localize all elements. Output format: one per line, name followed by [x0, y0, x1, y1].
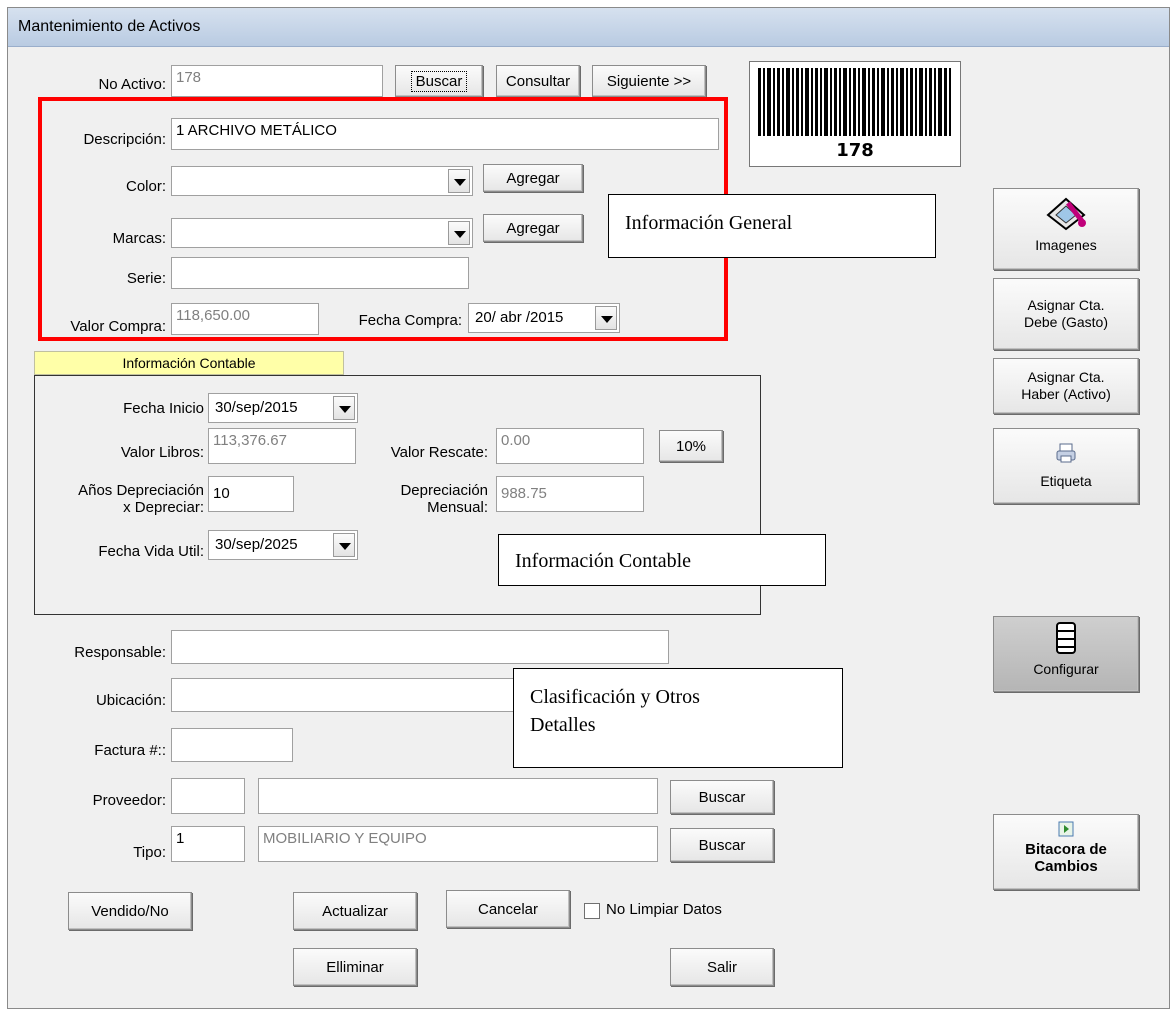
bitacora-icon — [1058, 821, 1074, 837]
proveedor-name-input[interactable] — [258, 778, 658, 814]
fecha-vida-util-label: Fecha Vida Util: — [98, 543, 204, 560]
depreciacion-mensual-label-line2: Mensual: — [427, 499, 488, 516]
proveedor-label: Proveedor: — [92, 792, 166, 809]
configurar-icon — [1056, 622, 1076, 654]
proveedor-code-input[interactable] — [171, 778, 245, 814]
anos-depreciacion-label-line2: x Depreciar: — [123, 499, 204, 516]
ubicacion-label: Ubicación: — [95, 692, 166, 709]
tipo-label: Tipo: — [133, 844, 166, 861]
asignar-debe-line2: Debe (Gasto) — [1023, 314, 1109, 330]
marcas-select[interactable] — [171, 218, 473, 248]
no-activo-input[interactable]: 178 — [171, 65, 383, 97]
no-limpiar-label: No Limpiar Datos — [606, 901, 722, 918]
depreciacion-mensual-input[interactable]: 988.75 — [496, 476, 644, 512]
agregar-marcas-button[interactable]: Agregar — [483, 214, 583, 242]
tab-informacion-contable[interactable]: Información Contable — [34, 351, 344, 375]
etiqueta-label: Etiqueta — [1040, 473, 1092, 489]
chevron-down-icon[interactable] — [595, 306, 617, 330]
siguiente-button[interactable]: Siguiente >> — [592, 65, 706, 97]
configurar-label: Configurar — [1033, 661, 1099, 677]
barcode-number: 178 — [836, 140, 874, 161]
factura-label: Factura #:: — [94, 742, 166, 759]
configurar-button[interactable]: Configurar — [993, 616, 1139, 692]
callout-informacion-general: Información General — [608, 194, 936, 258]
buscar-button[interactable]: Buscar — [395, 65, 483, 97]
asignar-haber-button[interactable]: Asignar Cta. Haber (Activo) — [993, 358, 1139, 414]
printer-icon — [1056, 443, 1076, 463]
tipo-code-input[interactable]: 1 — [171, 826, 245, 862]
vendido-button[interactable]: Vendido/No — [68, 892, 192, 930]
chevron-down-icon[interactable] — [448, 221, 470, 245]
imagenes-label: Imagenes — [1035, 237, 1097, 253]
anos-depreciacion-label: Años Depreciación x Depreciar: — [38, 482, 204, 516]
asignar-debe-line1: Asignar Cta. — [1027, 297, 1105, 313]
callout-clasificacion: Clasificación y Otros Detalles — [513, 668, 843, 768]
main-window: Mantenimiento de Activos No Activo: 178 … — [7, 7, 1170, 1009]
fecha-inicio-picker[interactable]: 30/sep/2015 — [208, 393, 358, 423]
valor-compra-input[interactable]: 118,650.00 — [171, 303, 319, 335]
asignar-debe-button[interactable]: Asignar Cta. Debe (Gasto) — [993, 278, 1139, 350]
images-icon — [1046, 197, 1086, 231]
proveedor-buscar-button[interactable]: Buscar — [670, 780, 774, 814]
anos-depreciacion-input[interactable]: 10 — [208, 476, 294, 512]
responsable-label: Responsable: — [74, 644, 166, 661]
barcode: 178 — [749, 61, 961, 167]
chevron-down-icon[interactable] — [333, 396, 355, 420]
tipo-name-input[interactable]: MOBILIARIO Y EQUIPO — [258, 826, 658, 862]
valor-compra-label: Valor Compra: — [70, 318, 166, 335]
fecha-compra-picker[interactable]: 20/ abr /2015 — [468, 303, 620, 333]
descripcion-label: Descripción: — [83, 131, 166, 148]
responsable-input[interactable] — [171, 630, 669, 664]
chevron-down-icon[interactable] — [448, 169, 470, 193]
actualizar-button[interactable]: Actualizar — [293, 892, 417, 930]
depreciacion-mensual-label: Depreciación Mensual: — [358, 482, 488, 516]
color-select[interactable] — [171, 166, 473, 196]
title-bar: Mantenimiento de Activos — [8, 8, 1169, 47]
serie-label: Serie: — [126, 270, 166, 287]
fecha-compra-value: 20/ abr /2015 — [475, 309, 564, 326]
factura-input[interactable] — [171, 728, 293, 762]
descripcion-input[interactable]: 1 ARCHIVO METÁLICO — [171, 118, 719, 150]
asignar-haber-line2: Haber (Activo) — [1021, 386, 1111, 402]
valor-rescate-input[interactable]: 0.00 — [496, 428, 644, 464]
serie-input[interactable] — [171, 257, 469, 289]
anos-depreciacion-label-line1: Años Depreciación — [78, 482, 204, 499]
bitacora-line1: Bitacora de — [1025, 841, 1107, 858]
asignar-haber-line1: Asignar Cta. — [1027, 369, 1105, 385]
callout-clasificacion-line2: Detalles — [530, 714, 596, 736]
cancelar-button[interactable]: Cancelar — [446, 890, 570, 928]
eliminar-button[interactable]: Elliminar — [293, 948, 417, 986]
chevron-down-icon[interactable] — [333, 533, 355, 557]
valor-libros-label: Valor Libros: — [120, 444, 204, 461]
porcentaje-button[interactable]: 10% — [659, 430, 723, 462]
no-activo-label: No Activo: — [98, 76, 166, 93]
no-limpiar-checkbox[interactable] — [584, 903, 600, 919]
fecha-vida-util-value: 30/sep/2025 — [215, 536, 298, 553]
callout-clasificacion-line1: Clasificación y Otros — [530, 686, 700, 708]
imagenes-button[interactable]: Imagenes — [993, 188, 1139, 270]
callout-informacion-contable: Información Contable — [498, 534, 826, 586]
color-label: Color: — [125, 178, 166, 195]
buscar-button-label: Buscar — [410, 70, 468, 92]
salir-button[interactable]: Salir — [670, 948, 774, 986]
agregar-color-button[interactable]: Agregar — [483, 164, 583, 192]
bitacora-line2: Cambios — [1034, 858, 1098, 875]
fecha-inicio-label: Fecha Inicio — [123, 400, 204, 417]
fecha-compra-label: Fecha Compra: — [358, 312, 462, 329]
consultar-button[interactable]: Consultar — [496, 65, 580, 97]
fecha-inicio-value: 30/sep/2015 — [215, 399, 298, 416]
bitacora-button[interactable]: Bitacora de Cambios — [993, 814, 1139, 890]
valor-rescate-label: Valor Rescate: — [390, 444, 488, 461]
etiqueta-button[interactable]: Etiqueta — [993, 428, 1139, 504]
tipo-buscar-button[interactable]: Buscar — [670, 828, 774, 862]
marcas-label: Marcas: — [112, 230, 166, 247]
valor-libros-input[interactable]: 113,376.67 — [208, 428, 356, 464]
fecha-vida-util-picker[interactable]: 30/sep/2025 — [208, 530, 358, 560]
depreciacion-mensual-label-line1: Depreciación — [400, 482, 488, 499]
barcode-bars-icon — [758, 68, 951, 136]
window-title: Mantenimiento de Activos — [18, 18, 201, 35]
